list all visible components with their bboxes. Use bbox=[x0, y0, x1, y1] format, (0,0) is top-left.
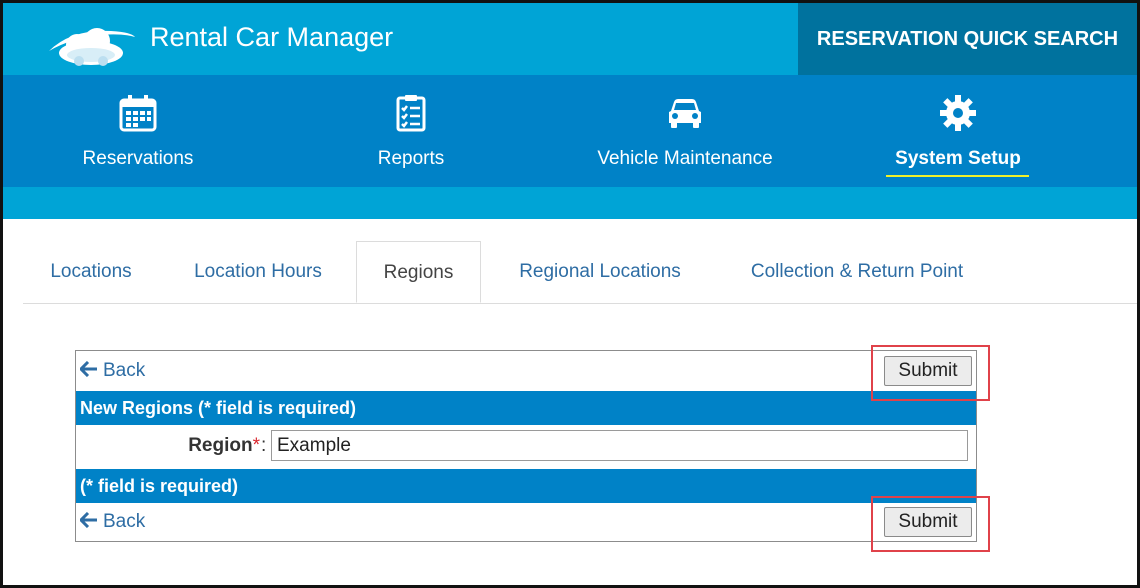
car-icon bbox=[669, 99, 701, 128]
tab-regions[interactable]: Regions bbox=[356, 241, 481, 303]
gear-icon bbox=[940, 95, 976, 131]
app-window: Rental Car Manager RESERVATION QUICK SEA… bbox=[0, 0, 1140, 588]
setup-tabs: Locations Location Hours Regions Regiona… bbox=[23, 241, 1137, 304]
main-nav: Reservations Reports Vehicle Maintenance… bbox=[3, 75, 1137, 187]
top-header: Rental Car Manager RESERVATION QUICK SEA… bbox=[3, 3, 1137, 75]
back-label: Back bbox=[103, 511, 146, 532]
highlight-box-top bbox=[871, 345, 990, 401]
nav-label: Vehicle Maintenance bbox=[597, 148, 773, 169]
arrow-left-icon bbox=[80, 361, 97, 377]
tab-location-hours[interactable]: Location Hours bbox=[178, 241, 338, 303]
nav-item-vehicle-maintenance[interactable]: Vehicle Maintenance bbox=[550, 75, 820, 187]
form-section-header: New Regions (* field is required) bbox=[76, 391, 976, 425]
reservation-quick-search-button[interactable]: RESERVATION QUICK SEARCH bbox=[798, 3, 1137, 75]
footer-note: (* field is required) bbox=[80, 476, 239, 496]
tab-regional-locations[interactable]: Regional Locations bbox=[500, 241, 700, 303]
back-link-bottom[interactable]: Back bbox=[80, 511, 145, 533]
nav-label: Reservations bbox=[82, 148, 194, 169]
checklist-icon bbox=[396, 95, 426, 132]
active-nav-underline bbox=[886, 175, 1029, 177]
nav-item-reservations[interactable]: Reservations bbox=[3, 75, 273, 187]
region-input[interactable] bbox=[271, 430, 968, 461]
region-label-text: Region bbox=[188, 435, 253, 456]
sub-header-bar bbox=[3, 187, 1137, 219]
region-field-row: Region* : bbox=[76, 424, 976, 468]
arrow-left-icon bbox=[80, 512, 97, 528]
back-label: Back bbox=[103, 360, 146, 381]
new-region-form: Back Submit New Regions (* field is requ… bbox=[75, 350, 977, 542]
tab-locations[interactable]: Locations bbox=[23, 241, 159, 303]
app-title: Rental Car Manager bbox=[150, 22, 394, 52]
section-title: New Regions (* field is required) bbox=[80, 398, 357, 418]
calendar-icon bbox=[119, 95, 157, 132]
nav-label: Reports bbox=[377, 148, 445, 169]
nav-item-reports[interactable]: Reports bbox=[276, 75, 546, 187]
nav-label: System Setup bbox=[895, 148, 1021, 169]
highlight-box-bottom bbox=[871, 496, 990, 552]
region-label: Region* bbox=[188, 435, 260, 457]
label-colon: : bbox=[261, 435, 267, 456]
back-link-top[interactable]: Back bbox=[80, 360, 145, 382]
nav-item-system-setup[interactable]: System Setup bbox=[823, 75, 1093, 187]
tab-collection-return-point[interactable]: Collection & Return Point bbox=[731, 241, 983, 303]
required-asterisk: * bbox=[252, 435, 260, 456]
form-footer-bar: (* field is required) bbox=[76, 469, 976, 503]
cloud-car-logo-icon bbox=[49, 28, 135, 66]
